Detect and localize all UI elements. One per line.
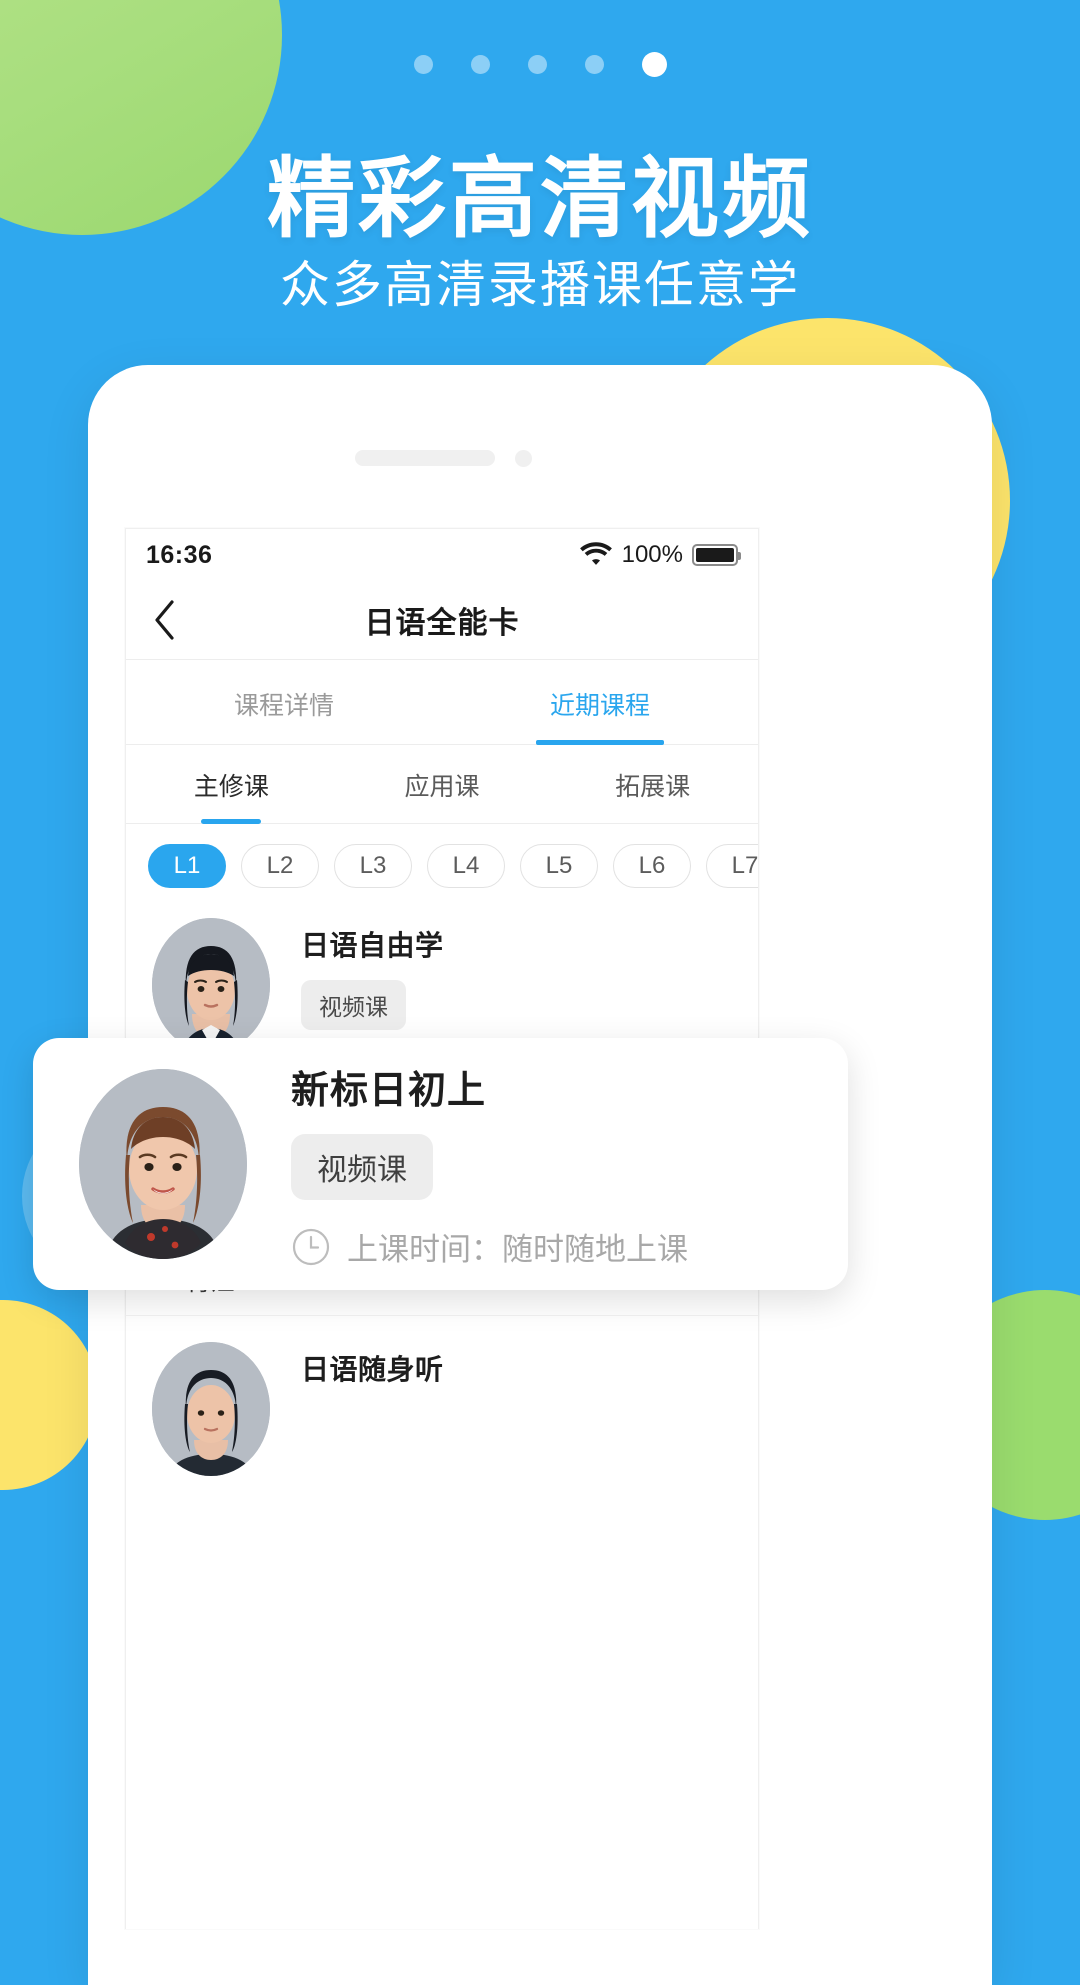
featured-course-time-text: 上课时间：随时随地上课 <box>347 1232 688 1267</box>
phone-camera <box>515 450 532 467</box>
level-chip-l4[interactable]: L4 <box>427 844 505 888</box>
level-chip-l5[interactable]: L5 <box>520 844 598 888</box>
nav-bar: 日语全能卡 <box>126 581 758 660</box>
pagination-dot[interactable] <box>527 55 547 74</box>
tab-recent-courses[interactable]: 近期课程 <box>442 660 758 744</box>
sub-tabs: 主修课 应用课 拓展课 <box>126 745 758 824</box>
battery-full-icon <box>692 544 741 566</box>
subtab-applied[interactable]: 应用课 <box>337 745 548 823</box>
status-indicators: 100% <box>579 540 741 571</box>
promo-headline: 精彩高清视频 <box>266 147 813 250</box>
clock-icon <box>291 1227 331 1267</box>
featured-course-type-badge: 视频课 <box>291 1134 433 1200</box>
wifi-icon <box>579 540 613 571</box>
level-chip-list[interactable]: L1 L2 L3 L4 L5 L6 L7 <box>126 824 758 904</box>
phone-speaker <box>355 450 495 466</box>
promo-subheadline: 众多高清录播课任意学 <box>280 256 800 314</box>
course-title: 日语随身听 <box>301 1354 444 1385</box>
subtab-major[interactable]: 主修课 <box>126 745 337 823</box>
featured-course-title: 新标日初上 <box>291 1070 487 1112</box>
battery-percent: 100% <box>621 541 683 568</box>
pagination-dot[interactable] <box>470 55 490 74</box>
pagination-dots[interactable] <box>0 52 1080 77</box>
pagination-dot-active[interactable] <box>641 52 667 77</box>
female-teacher-avatar <box>151 1342 270 1476</box>
tab-course-detail[interactable]: 课程详情 <box>126 660 442 744</box>
subtab-extended[interactable]: 拓展课 <box>547 745 758 823</box>
course-list-item[interactable]: 日语随身听 <box>126 1315 758 1500</box>
course-type-badge: 视频课 <box>301 980 406 1030</box>
course-title: 日语自由学 <box>301 930 444 961</box>
page-title: 日语全能卡 <box>364 607 520 640</box>
course-avatar-wrap <box>148 1342 273 1490</box>
pagination-dot[interactable] <box>413 55 433 74</box>
main-tabs: 课程详情 近期课程 <box>126 660 758 745</box>
level-chip-l6[interactable]: L6 <box>613 844 691 888</box>
level-chip-l7[interactable]: L7 <box>706 844 758 888</box>
status-bar: 16:36 100% <box>126 529 758 581</box>
level-chip-l1[interactable]: L1 <box>148 844 226 888</box>
status-time: 16:36 <box>146 540 213 569</box>
female-teacher-black-hair-avatar <box>151 918 270 1052</box>
level-chip-l2[interactable]: L2 <box>241 844 319 888</box>
back-button[interactable] <box>148 600 182 640</box>
pagination-dot[interactable] <box>584 55 604 74</box>
featured-course-card[interactable]: 新标日初上 视频课 上课时间：随时随地上课 <box>33 1038 848 1290</box>
female-teacher-brown-hair-avatar <box>79 1069 247 1259</box>
featured-course-info: 新标日初上 视频课 上课时间：随时随地上课 <box>247 1059 688 1269</box>
decor-yellow-circle-left <box>0 1300 98 1490</box>
featured-course-time: 上课时间：随时随地上课 <box>291 1224 688 1269</box>
level-chip-l3[interactable]: L3 <box>334 844 412 888</box>
course-info: 日语随身听 <box>273 1342 444 1490</box>
chevron-left-icon <box>153 600 177 640</box>
